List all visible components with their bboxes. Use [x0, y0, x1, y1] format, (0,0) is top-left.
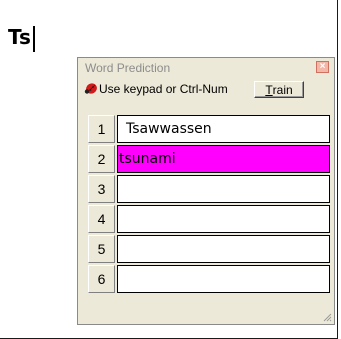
title-bar[interactable]: Word Prediction × — [78, 58, 334, 78]
prediction-row[interactable]: 6 — [88, 265, 330, 293]
prediction-number-button[interactable]: 1 — [88, 115, 115, 143]
train-mnemonic: T — [265, 82, 273, 97]
prediction-number-button[interactable]: 6 — [88, 265, 115, 293]
word-prediction-window[interactable]: Word Prediction × Use keypad or Ctrl-Num… — [77, 57, 335, 325]
close-icon: × — [319, 61, 326, 72]
text-caret — [32, 26, 35, 52]
prediction-row[interactable]: 3 — [88, 175, 330, 203]
prediction-number-button[interactable]: 2 — [88, 145, 115, 173]
hint-text: Use keypad or Ctrl-Num — [99, 82, 228, 96]
typed-text: Ts — [8, 25, 31, 49]
resize-grip-icon[interactable] — [322, 312, 332, 322]
prediction-word[interactable]: tsunami — [117, 145, 330, 173]
train-label: rain — [272, 82, 293, 97]
hint-row: Use keypad or Ctrl-Num Train — [78, 79, 334, 99]
prediction-word[interactable]: Tsawwassen — [117, 115, 330, 143]
close-button[interactable]: × — [316, 61, 329, 73]
prediction-row-selected[interactable]: 2 tsunami — [88, 145, 330, 173]
prediction-word[interactable] — [117, 205, 330, 233]
window-title: Word Prediction — [85, 61, 171, 75]
train-button[interactable]: Train — [254, 81, 304, 98]
prediction-row[interactable]: 1 Tsawwassen — [88, 115, 330, 143]
typed-text-area: Ts — [8, 24, 35, 52]
prediction-number-button[interactable]: 5 — [88, 235, 115, 263]
prediction-number-button[interactable]: 4 — [88, 205, 115, 233]
prediction-row[interactable]: 5 — [88, 235, 330, 263]
ladybug-icon — [84, 83, 97, 94]
prediction-word[interactable] — [117, 265, 330, 293]
prediction-word[interactable] — [117, 175, 330, 203]
prediction-word[interactable] — [117, 235, 330, 263]
prediction-number-button[interactable]: 3 — [88, 175, 115, 203]
prediction-row[interactable]: 4 — [88, 205, 330, 233]
